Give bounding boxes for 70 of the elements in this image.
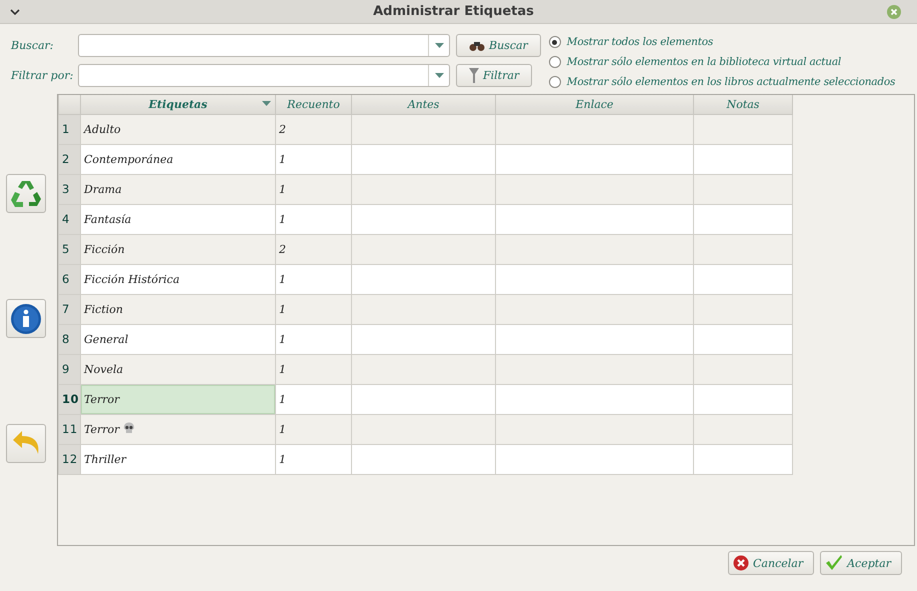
skull-icon xyxy=(122,422,135,434)
column-header[interactable]: Antes xyxy=(352,95,496,114)
search-field[interactable] xyxy=(78,34,450,57)
table-cell[interactable]: Ficción xyxy=(80,234,276,264)
table-cell: 1 xyxy=(276,264,352,294)
radio-button[interactable] xyxy=(548,36,561,48)
filter-label: Filtrar por: xyxy=(11,69,74,82)
column-header[interactable]: Etiquetas xyxy=(80,95,276,114)
row-number: 12 xyxy=(58,444,81,474)
radio-label: Mostrar sólo elementos en los libros actualmente seleccionados xyxy=(566,76,896,88)
chevron-icon[interactable] xyxy=(10,8,20,14)
table-cell: 1 xyxy=(276,384,352,414)
table-cell[interactable]: Adulto xyxy=(80,114,276,144)
cancel-icon xyxy=(733,555,750,571)
search-label: Buscar: xyxy=(11,39,54,52)
table-cell: 1 xyxy=(276,354,352,384)
radio-label: Mostrar todos los elementos xyxy=(566,36,714,48)
dropdown-caret-icon[interactable] xyxy=(434,43,444,48)
column-header[interactable]: Recuento xyxy=(276,95,352,114)
row-number: 11 xyxy=(58,414,81,444)
column-header[interactable]: Enlace xyxy=(496,95,694,114)
table-cell: 1 xyxy=(276,324,352,354)
table-cell[interactable]: General xyxy=(80,324,276,354)
row-number: 1 xyxy=(58,114,81,144)
table-cell: 2 xyxy=(276,234,352,264)
recycle-button[interactable] xyxy=(6,174,46,213)
filter-field[interactable] xyxy=(78,64,450,87)
table-cell: 1 xyxy=(276,444,352,474)
binoculars-icon xyxy=(469,40,485,50)
table-cell[interactable]: Terror xyxy=(80,384,276,414)
table-cell[interactable]: Drama xyxy=(80,174,276,204)
radio-button[interactable] xyxy=(548,76,561,88)
table-cell: 1 xyxy=(276,414,352,444)
row-number: 3 xyxy=(58,174,81,204)
table-cell[interactable]: Fantasía xyxy=(80,204,276,234)
table-cell[interactable]: Fiction xyxy=(80,294,276,324)
row-number: 6 xyxy=(58,264,81,294)
row-number: 5 xyxy=(58,234,81,264)
row-number: 10 xyxy=(58,384,81,414)
ok-button[interactable]: Aceptar xyxy=(820,551,902,575)
search-button[interactable]: Buscar xyxy=(456,34,541,57)
table-cell[interactable]: Thriller xyxy=(80,444,276,474)
window-title: Administrar Etiquetas xyxy=(373,4,534,19)
row-number: 7 xyxy=(58,294,81,324)
sort-caret-icon[interactable] xyxy=(262,101,272,106)
table-cell[interactable]: Novela xyxy=(80,354,276,384)
dropdown-caret-icon[interactable] xyxy=(434,73,444,78)
table-cell[interactable]: Ficción Histórica xyxy=(80,264,276,294)
check-icon xyxy=(825,555,844,571)
table-cell: 1 xyxy=(276,204,352,234)
funnel-icon xyxy=(469,68,479,84)
table-cell: 1 xyxy=(276,174,352,204)
row-number: 8 xyxy=(58,324,81,354)
close-icon[interactable] xyxy=(887,4,901,18)
row-number: 4 xyxy=(58,204,81,234)
row-number: 9 xyxy=(58,354,81,384)
column-header[interactable]: Notas xyxy=(694,95,793,114)
cancel-button[interactable]: Cancelar xyxy=(728,551,814,575)
radio-label: Mostrar sólo elementos en la biblioteca virtual actual xyxy=(566,56,842,68)
table-cell: 1 xyxy=(276,144,352,174)
table-cell[interactable]: Contemporánea xyxy=(80,144,276,174)
row-number: 2 xyxy=(58,144,81,174)
table-cell[interactable]: Terror xyxy=(80,414,276,444)
info-icon xyxy=(10,302,42,334)
info-button[interactable] xyxy=(6,299,46,338)
undo-button[interactable] xyxy=(6,424,46,463)
table-cell: 1 xyxy=(276,294,352,324)
filter-button[interactable]: Filtrar xyxy=(456,64,532,87)
table-cell: 2 xyxy=(276,114,352,144)
radio-button[interactable] xyxy=(548,56,561,68)
